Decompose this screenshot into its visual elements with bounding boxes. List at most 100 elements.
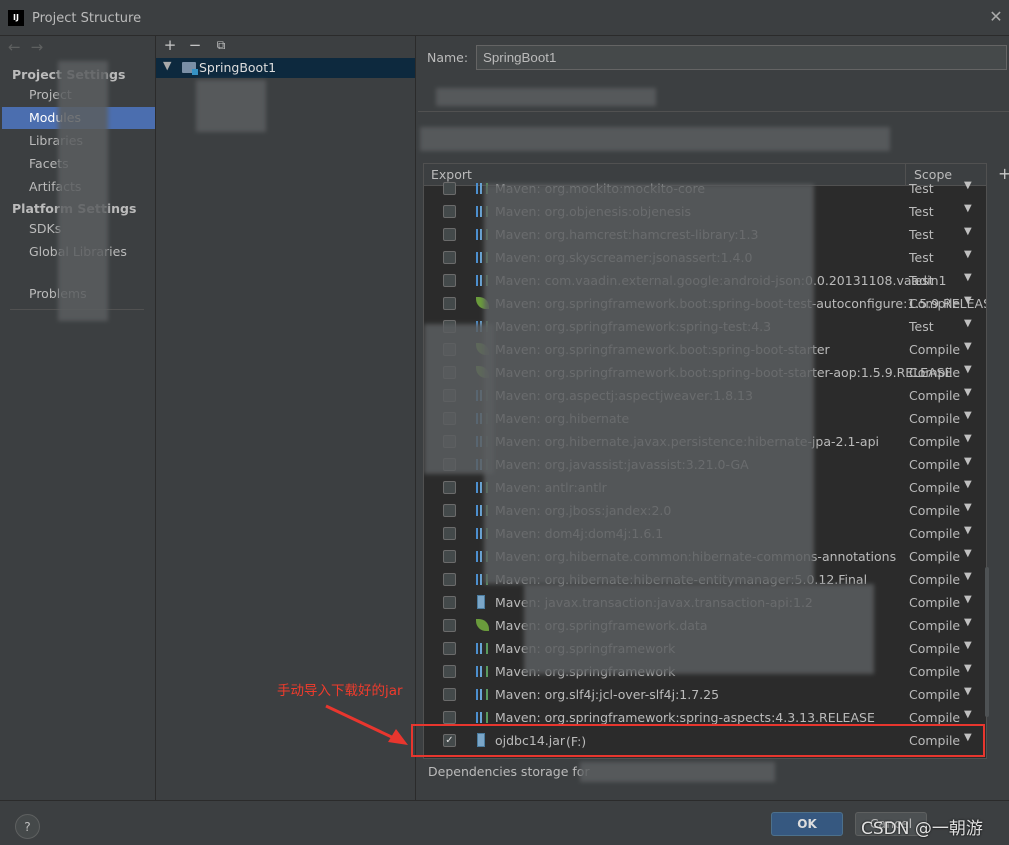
export-checkbox[interactable] — [443, 504, 456, 517]
export-checkbox[interactable] — [443, 205, 456, 218]
ok-button[interactable]: OK — [771, 812, 843, 836]
scope-select[interactable]: Compile — [909, 480, 960, 495]
export-checkbox[interactable] — [443, 596, 456, 609]
csdn-watermark: CSDN @一朝游 — [861, 819, 983, 839]
export-checkbox[interactable] — [443, 573, 456, 586]
redaction-blur — [580, 762, 775, 782]
scope-select[interactable]: Test — [909, 273, 934, 288]
scope-select[interactable]: Compile — [909, 572, 960, 587]
export-checkbox[interactable] — [443, 228, 456, 241]
dependencies-table: Export Scope Maven: org.mockito:mockito-… — [423, 163, 987, 759]
module-name-input[interactable] — [476, 45, 1007, 70]
export-checkbox[interactable] — [443, 688, 456, 701]
scope-select[interactable]: Test — [909, 250, 934, 265]
module-folder-icon — [182, 62, 198, 75]
chevron-down-icon[interactable]: ▼ — [964, 456, 972, 467]
scope-select[interactable]: Test — [909, 319, 934, 334]
scope-select[interactable]: Compile — [909, 549, 960, 564]
scope-select[interactable]: Test — [909, 181, 934, 196]
redaction-blur — [196, 80, 266, 132]
scope-select[interactable]: Compile — [909, 342, 960, 357]
scope-select[interactable]: Compile — [909, 664, 960, 679]
chevron-down-icon[interactable]: ▼ — [964, 571, 972, 582]
chevron-down-icon[interactable]: ▼ — [964, 709, 972, 720]
redaction-blur — [524, 584, 874, 674]
scope-select[interactable]: Compile — [909, 710, 960, 725]
table-row[interactable]: Maven: org.slf4j:jcl-over-slf4j:1.7.25 Co… — [424, 683, 986, 706]
chevron-down-icon[interactable]: ▼ — [964, 479, 972, 490]
chevron-down-icon[interactable]: ▼ — [964, 525, 972, 536]
chevron-down-icon[interactable]: ▼ — [964, 502, 972, 513]
dependency-name: Maven: org.slf4j:jcl-over-slf4j:1.7.25 — [495, 687, 720, 702]
table-scrollbar[interactable] — [985, 567, 989, 717]
chevron-down-icon[interactable]: ▼ — [964, 548, 972, 559]
export-checkbox[interactable] — [443, 182, 456, 195]
storage-format-label: Dependencies storage for — [428, 764, 590, 779]
annotation-text: 手动导入下载好的jar — [277, 683, 403, 699]
chevron-down-icon[interactable]: ▼ — [964, 640, 972, 651]
annotation-arrow-icon — [325, 704, 408, 745]
chevron-down-icon[interactable]: ▼ — [964, 318, 972, 329]
library-icon — [476, 643, 488, 654]
redaction-blur — [58, 61, 108, 321]
settings-sidebar: ←→ Project Settings Project Modules Libr… — [0, 36, 156, 800]
add-icon[interactable]: + — [160, 36, 180, 54]
annotation-highlight-box — [411, 724, 985, 757]
add-dependency-icon[interactable]: + — [998, 164, 1009, 183]
chevron-down-icon[interactable]: ▼ — [964, 203, 972, 214]
export-checkbox[interactable] — [443, 711, 456, 724]
scope-select[interactable]: Compile — [909, 411, 960, 426]
scope-select[interactable]: Compile — [909, 457, 960, 472]
scope-select[interactable]: Compile — [909, 687, 960, 702]
title-bar: IJ Project Structure ✕ — [0, 0, 1009, 36]
chevron-down-icon[interactable]: ▼ — [964, 180, 972, 191]
tree-node-springboot1[interactable]: ▼ SpringBoot1 — [156, 58, 415, 78]
export-checkbox[interactable] — [443, 642, 456, 655]
redaction-blur — [420, 127, 890, 151]
export-checkbox[interactable] — [443, 274, 456, 287]
scope-select[interactable]: Compile — [909, 434, 960, 449]
scope-select[interactable]: Test — [909, 204, 934, 219]
chevron-down-icon[interactable]: ▼ — [964, 295, 972, 306]
export-checkbox[interactable] — [443, 251, 456, 264]
scope-select[interactable]: Compile — [909, 365, 960, 380]
export-checkbox[interactable] — [443, 665, 456, 678]
chevron-down-icon[interactable]: ▼ — [964, 341, 972, 352]
help-button[interactable]: ? — [15, 814, 40, 839]
library-icon — [476, 712, 488, 723]
scope-select[interactable]: Compile — [909, 526, 960, 541]
chevron-down-icon[interactable]: ▼ — [964, 663, 972, 674]
chevron-down-icon[interactable]: ▼ — [964, 686, 972, 697]
scope-select[interactable]: Compile — [909, 503, 960, 518]
export-checkbox[interactable] — [443, 481, 456, 494]
jar-icon — [477, 595, 485, 609]
scope-select[interactable]: Compile — [909, 618, 960, 633]
export-checkbox[interactable] — [443, 297, 456, 310]
scope-select[interactable]: Compile — [909, 595, 960, 610]
nav-arrows[interactable]: ←→ — [8, 38, 53, 56]
scope-select[interactable]: Test — [909, 227, 934, 242]
remove-icon[interactable]: − — [185, 36, 205, 54]
chevron-down-icon[interactable]: ▼ — [964, 410, 972, 421]
scope-select[interactable]: Compile — [909, 388, 960, 403]
redaction-blur — [484, 184, 814, 584]
scope-select[interactable]: Compile — [909, 296, 960, 311]
close-icon[interactable]: ✕ — [985, 6, 1007, 28]
export-checkbox[interactable] — [443, 527, 456, 540]
copy-icon[interactable]: ⧉ — [211, 38, 231, 56]
export-checkbox[interactable] — [443, 619, 456, 632]
redaction-blur — [424, 324, 494, 474]
chevron-down-icon[interactable]: ▼ — [964, 617, 972, 628]
dependency-name: Maven: org.springframework:spring-aspect… — [495, 710, 875, 725]
chevron-down-icon[interactable]: ▼ — [964, 272, 972, 283]
redaction-blur — [436, 88, 656, 106]
chevron-down-icon[interactable]: ▼ — [964, 249, 972, 260]
chevron-down-icon[interactable]: ▼ — [964, 226, 972, 237]
export-checkbox[interactable] — [443, 550, 456, 563]
chevron-down-icon[interactable]: ▼ — [964, 433, 972, 444]
chevron-down-icon[interactable]: ▼ — [964, 364, 972, 375]
chevron-down-icon[interactable]: ▼ — [163, 59, 171, 72]
chevron-down-icon[interactable]: ▼ — [964, 594, 972, 605]
chevron-down-icon[interactable]: ▼ — [964, 387, 972, 398]
scope-select[interactable]: Compile — [909, 641, 960, 656]
